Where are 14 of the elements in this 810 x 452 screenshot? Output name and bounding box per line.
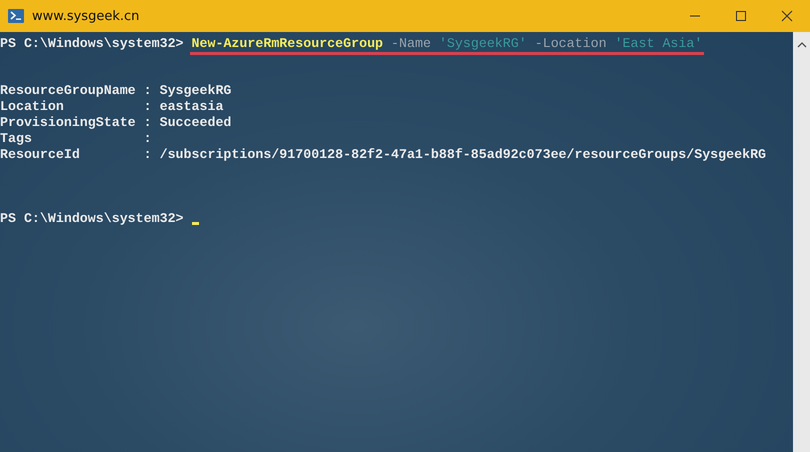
output-line: Tags : xyxy=(0,131,153,147)
close-icon xyxy=(781,10,793,22)
scroll-up-icon[interactable] xyxy=(796,42,806,48)
output-line: Location : eastasia xyxy=(0,99,224,115)
output-line: ProvisioningState : Succeeded xyxy=(0,115,232,131)
prompt-text: PS C:\Windows\system32> xyxy=(0,36,184,52)
prompt-text: PS C:\Windows\system32> xyxy=(0,211,184,227)
command-text: New-AzureRmResourceGroup -Name 'SysgeekRG' -Location 'East Asia' xyxy=(190,36,704,55)
window-title: www.sysgeek.cn xyxy=(32,8,140,24)
text-cursor xyxy=(192,222,199,225)
output-line: ResourceGroupName : SysgeekRG xyxy=(0,83,232,99)
output-line: ResourceId : /subscriptions/91700128-82f2-47a1-b88f-85ad92c073ee/resourceGroups/SysgeekRG xyxy=(0,147,768,163)
maximize-icon xyxy=(735,10,747,22)
scrollbar[interactable] xyxy=(793,32,810,452)
